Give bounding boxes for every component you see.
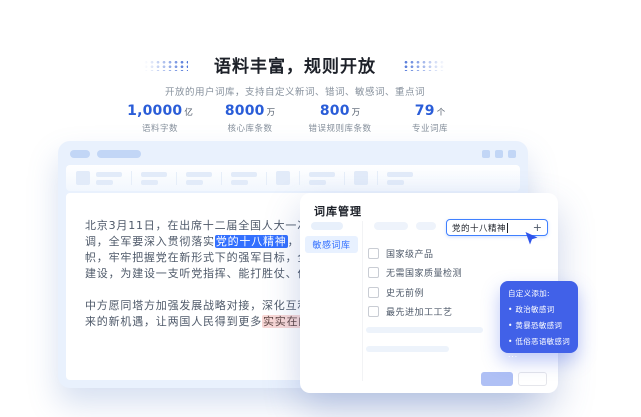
checkbox-row[interactable]: 最先进加工工艺 xyxy=(368,305,453,317)
blue-highlighted-term[interactable]: 党的十八精神 xyxy=(215,235,288,248)
stat-value: 8000 xyxy=(225,103,265,119)
checkbox-label: 史无前例 xyxy=(386,286,424,299)
checkbox-row[interactable]: 无需国家质量检测 xyxy=(368,266,462,278)
page-subtitle: 开放的用户词库，支持自定义新词、错词、敏感词、重点词 xyxy=(0,84,590,98)
checkbox-icon[interactable] xyxy=(368,248,379,259)
stat-value: 1,0000 xyxy=(127,103,182,119)
filter-placeholder xyxy=(416,222,436,230)
topbar-placeholder-pill xyxy=(70,150,90,158)
window-control-icon xyxy=(495,150,503,158)
stat-label: 错误规则库条数 xyxy=(295,122,385,134)
toolbar-placeholder-icon xyxy=(76,171,90,185)
window-control-icon xyxy=(482,150,490,158)
checkbox-row[interactable]: 国家级产品 xyxy=(368,247,434,259)
stat-label: 语料字数 xyxy=(115,122,205,134)
tooltip-item: 黄暴恐敏感词 xyxy=(508,320,570,331)
toolbar-group xyxy=(354,171,378,185)
stat-unit: 万 xyxy=(352,108,361,118)
list-placeholder xyxy=(366,327,483,333)
modal-divider xyxy=(362,221,363,381)
toolbar-group xyxy=(141,172,177,185)
checkbox-icon[interactable] xyxy=(368,267,379,278)
window-controls xyxy=(482,150,516,158)
dots-decoration-icon xyxy=(142,59,188,71)
list-placeholder xyxy=(366,346,449,352)
stat-value: 79 xyxy=(415,103,435,119)
checkbox-row[interactable]: 史无前例 xyxy=(368,286,424,298)
section-header: 语料丰富，规则开放 开放的用户词库，支持自定义新词、错词、敏感词、重点词 xyxy=(0,52,590,98)
stat-unit: 万 xyxy=(267,108,276,118)
checkbox-icon[interactable] xyxy=(368,287,379,298)
dots-decoration-icon xyxy=(402,59,448,71)
custom-add-tooltip: 自定义添加: 政治敏感词 黄暴恐敏感词 低俗恶语敏感词 ... xyxy=(500,281,578,353)
mouse-cursor-icon xyxy=(524,231,539,250)
toolbar-placeholder-icon xyxy=(354,171,368,185)
tooltip-title: 自定义添加: xyxy=(508,288,570,299)
checkbox-label: 国家级产品 xyxy=(386,247,434,260)
stat-pro-lexicons: 79个 专业词库 xyxy=(385,100,475,134)
stat-unit: 亿 xyxy=(184,108,193,118)
text-caret xyxy=(507,223,508,233)
toolbar-group xyxy=(231,172,267,185)
topbar-placeholder-pill xyxy=(97,150,141,158)
mock-toolbar xyxy=(66,165,520,191)
checkbox-label: 最先进加工工艺 xyxy=(386,305,453,318)
doc-text: 调，全军要深入贯彻落实 xyxy=(85,235,215,248)
stats-row: 1,0000亿 语料字数 8000万 核心库条数 800万 错误规则库条数 79… xyxy=(0,100,590,134)
modal-title: 词库管理 xyxy=(314,203,362,219)
stat-rule-entries: 800万 错误规则库条数 xyxy=(295,100,385,134)
tooltip-item: 政治敏感词 xyxy=(508,304,570,315)
tooltip-item: 低俗恶语敏感词 xyxy=(508,336,570,347)
checkbox-icon[interactable] xyxy=(368,306,379,317)
toolbar-group xyxy=(387,172,422,185)
title-row: 语料丰富，规则开放 xyxy=(0,52,590,77)
stat-corpus-words: 1,0000亿 语料字数 xyxy=(115,100,205,134)
toolbar-group xyxy=(76,171,132,185)
toolbar-group xyxy=(309,172,345,185)
stat-core-entries: 8000万 核心库条数 xyxy=(205,100,295,134)
input-value: 党的十八精神 xyxy=(452,222,506,234)
filter-placeholder xyxy=(374,222,408,230)
doc-text: 来的新机遇，让两国人民得到更多 xyxy=(85,315,262,328)
sidebar-placeholder xyxy=(311,222,343,230)
confirm-button[interactable] xyxy=(481,372,513,386)
toolbar-group xyxy=(186,172,222,185)
toolbar-placeholder-icon xyxy=(276,171,290,185)
checkbox-label: 无需国家质量检测 xyxy=(386,266,462,279)
tooltip-more: ... xyxy=(508,350,570,359)
stat-value: 800 xyxy=(320,103,350,119)
stat-label: 专业词库 xyxy=(385,122,475,134)
stat-unit: 个 xyxy=(437,108,446,118)
page-title: 语料丰富，规则开放 xyxy=(214,52,376,77)
cancel-button[interactable] xyxy=(518,372,547,386)
stat-label: 核心库条数 xyxy=(205,122,295,134)
sidebar-item-sensitive-lexicon[interactable]: 敏感词库 xyxy=(305,236,358,253)
window-control-icon xyxy=(508,150,516,158)
toolbar-group xyxy=(276,171,300,185)
page: 语料丰富，规则开放 开放的用户词库，支持自定义新词、错词、敏感词、重点词 1,0… xyxy=(0,0,641,417)
